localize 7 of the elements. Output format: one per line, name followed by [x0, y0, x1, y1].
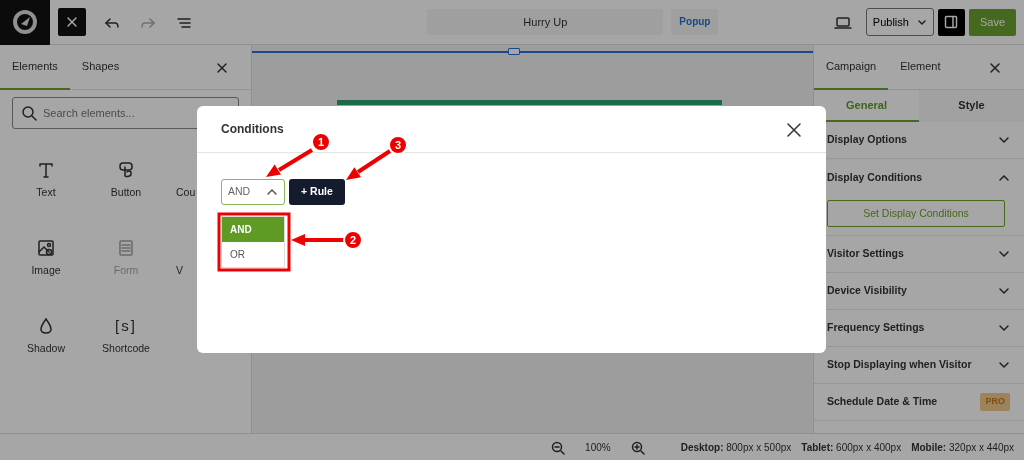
shortcode-icon: [s]: [115, 317, 137, 335]
zoom-level: 100%: [585, 440, 611, 455]
size-info: Tablet: 600px x 400px: [801, 440, 902, 455]
pro-badge: PRO: [980, 393, 1010, 411]
size-info: Desktop: 800px x 500px: [680, 440, 792, 455]
type-tag: Popup: [671, 9, 719, 35]
size-info: Mobile: 320px x 440px: [911, 440, 1014, 455]
